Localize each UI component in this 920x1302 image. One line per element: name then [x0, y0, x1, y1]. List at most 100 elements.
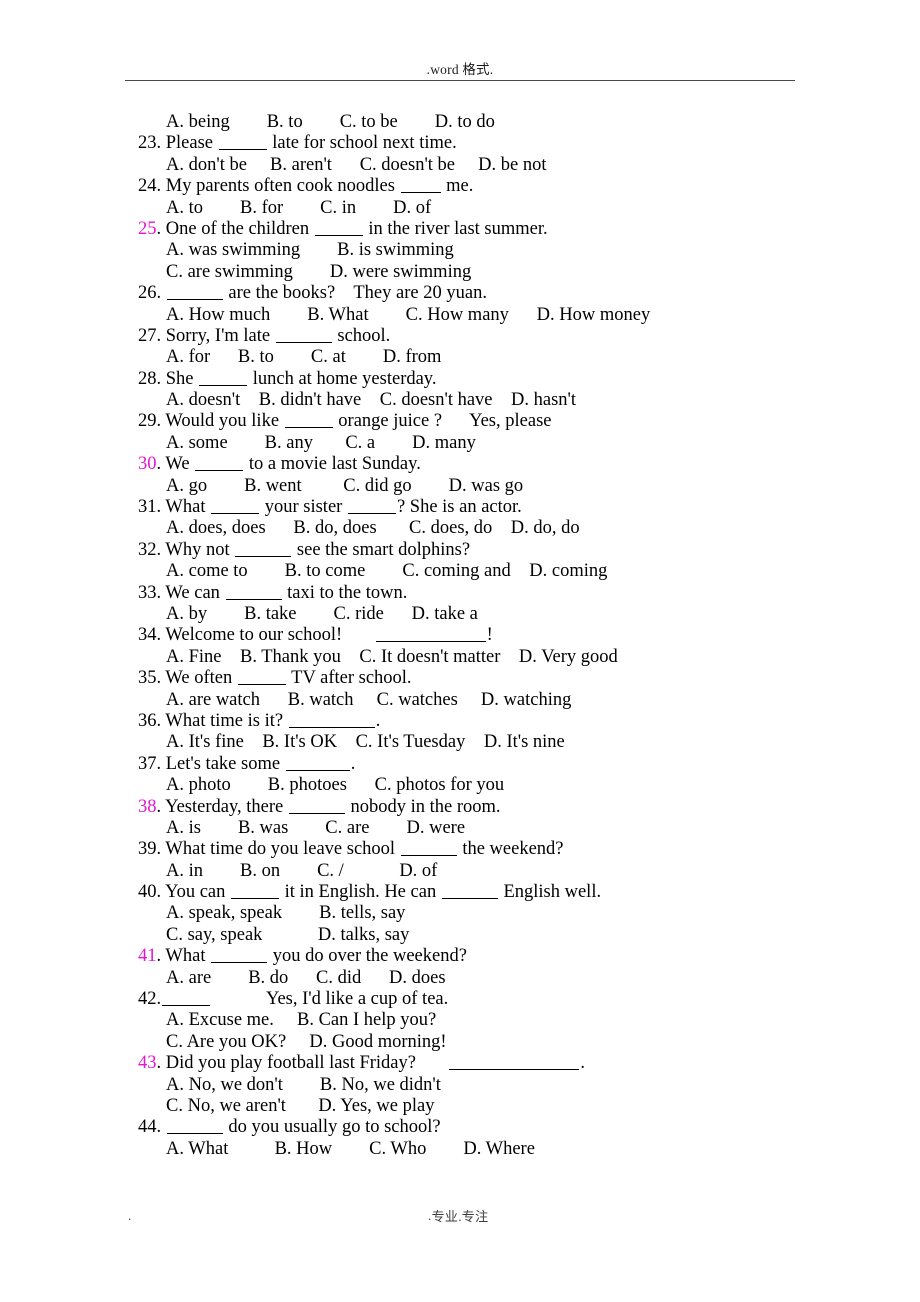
option-line: A. doesn't B. didn't have C. doesn't hav…: [0, 390, 920, 411]
option-text: A. by B. take C. ride D. take a: [166, 603, 478, 624]
option-text: A. come to B. to come C. coming and D. c…: [166, 561, 608, 582]
question-text: your sister: [260, 497, 347, 518]
option-line: A. does, does B. do, does C. does, do D.…: [0, 518, 920, 539]
question-line: 26. are the books? They are 20 yuan.: [0, 283, 920, 304]
question-text: Please: [161, 133, 218, 154]
question-line: 36. What time is it? .: [0, 711, 920, 732]
question-text: [161, 1117, 166, 1137]
question-list: A. being B. to C. to be D. to do 23. Plea…: [0, 112, 920, 1160]
question-number: 36.: [138, 710, 162, 731]
question-number: 38.: [138, 796, 162, 817]
answer-blank: [231, 885, 279, 900]
question-text: me.: [441, 176, 474, 197]
question-number: 26.: [138, 283, 162, 304]
question-line: 41. What you do over the weekend?: [0, 946, 920, 967]
option-text: A. photo B. photoes C. photos for you: [166, 775, 505, 796]
footer-center-text: 专业.专注: [431, 1209, 489, 1224]
question-number: 33.: [138, 582, 162, 603]
option-text: A. Excuse me. B. Can I help you?: [166, 1010, 437, 1031]
question-line: 23. Please late for school next time.: [0, 133, 920, 154]
question-text: taxi to the town.: [282, 582, 408, 603]
answer-blank: [400, 842, 457, 857]
answer-blank: [441, 885, 498, 900]
question-number: 25.: [138, 218, 162, 239]
option-text: A. speak, speak B. tells, say: [166, 903, 406, 924]
answer-blank: [211, 500, 260, 515]
question-text: see the smart dolphins?: [292, 539, 471, 560]
question-line: 37. Let's take some .: [0, 754, 920, 775]
question-text: Yes, I'd like a cup of tea.: [211, 989, 449, 1010]
question-text: We: [161, 454, 195, 475]
question-line: 42. Yes, I'd like a cup of tea.: [0, 989, 920, 1010]
header-title: .word 格式.: [426, 62, 494, 77]
question-text: !: [486, 625, 493, 646]
option-line: A. are B. do C. did D. does: [0, 968, 920, 989]
answer-blank: [211, 949, 268, 964]
question-text: What: [161, 946, 211, 967]
question-text: TV after school.: [286, 668, 412, 689]
option-text: C. Are you OK? D. Good morning!: [166, 1031, 447, 1052]
question-number: 40.: [138, 882, 162, 903]
question-text: to a movie last Sunday.: [244, 454, 421, 475]
option-line: A. What B. How C. Who D. Where: [0, 1139, 920, 1160]
question-text: Yesterday, there: [161, 796, 288, 817]
answer-blank: [449, 1056, 580, 1071]
footer-right-mark: .: [428, 1208, 432, 1223]
question-number: 37.: [138, 753, 162, 774]
option-text: C. are swimming D. were swimming: [166, 261, 472, 282]
question-text: it in English. He can: [280, 882, 441, 903]
question-text: .: [580, 1053, 585, 1074]
option-line: A. Fine B. Thank you C. It doesn't matte…: [0, 647, 920, 668]
question-line: 27. Sorry, I'm late school.: [0, 326, 920, 347]
question-text: She: [161, 368, 199, 389]
option-line: A. Excuse me. B. Can I help you?: [0, 1010, 920, 1031]
option-line: A. go B. went C. did go D. was go: [0, 476, 920, 497]
option-text: A. does, does B. do, does C. does, do D.…: [166, 518, 580, 539]
answer-blank: [314, 222, 363, 236]
option-line: A. some B. any C. a D. many: [0, 433, 920, 454]
question-text: do you usually go to school?: [223, 1117, 441, 1138]
question-text: you do over the weekend?: [268, 946, 467, 967]
question-text: orange juice ? Yes, please: [333, 411, 552, 432]
question-text: [161, 283, 166, 303]
option-line: A. by B. take C. ride D. take a: [0, 604, 920, 625]
option-text: A. for B. to C. at D. from: [166, 347, 442, 368]
option-text: A. No, we don't B. No, we didn't: [166, 1074, 441, 1095]
question-text: We often: [161, 668, 237, 689]
option-line: A. speak, speak B. tells, say: [0, 903, 920, 924]
header-divider: [125, 80, 795, 81]
option-line: A. come to B. to come C. coming and D. c…: [0, 561, 920, 582]
option-text: A. It's fine B. It's OK C. It's Tuesday …: [166, 732, 565, 753]
question-text: We can: [161, 582, 225, 603]
answer-blank: [375, 628, 486, 643]
question-text: One of the children: [161, 218, 314, 239]
answer-blank: [166, 286, 223, 301]
answer-blank: [288, 714, 375, 728]
answer-blank: [225, 586, 282, 600]
question-text: Would you like: [161, 411, 284, 432]
option-line: C. No, we aren't D. Yes, we play: [0, 1096, 920, 1117]
question-line: 28. She lunch at home yesterday.: [0, 369, 920, 390]
option-line: A. don't be B. aren't C. doesn't be D. b…: [0, 155, 920, 176]
question-line: 40. You can it in English. He can Englis…: [0, 882, 920, 903]
question-number: 30.: [138, 454, 162, 475]
question-line: 24. My parents often cook noodles me.: [0, 176, 920, 197]
option-text: A. What B. How C. Who D. Where: [166, 1138, 535, 1159]
option-text: A. in B. on C. / D. of: [166, 860, 438, 881]
page-footer: . 专业.专注 .: [0, 1198, 920, 1238]
option-text: A. some B. any C. a D. many: [166, 432, 476, 453]
question-text: My parents often cook noodles: [161, 176, 400, 197]
answer-blank: [195, 457, 244, 472]
option-text: A. to B. for C. in D. of: [166, 197, 432, 218]
question-number: 31.: [138, 497, 162, 518]
question-text: What time do you leave school: [161, 839, 400, 860]
option-text: A. don't be B. aren't C. doesn't be D. b…: [166, 154, 547, 175]
question-number: 39.: [138, 839, 162, 860]
question-text: ? She is an actor.: [396, 497, 522, 518]
question-number: 27.: [138, 325, 162, 346]
question-text: You can: [161, 882, 230, 903]
question-number: 42.: [138, 989, 162, 1010]
option-line: C. Are you OK? D. Good morning!: [0, 1032, 920, 1053]
question-text: .: [375, 710, 381, 731]
answer-blank: [275, 329, 332, 343]
